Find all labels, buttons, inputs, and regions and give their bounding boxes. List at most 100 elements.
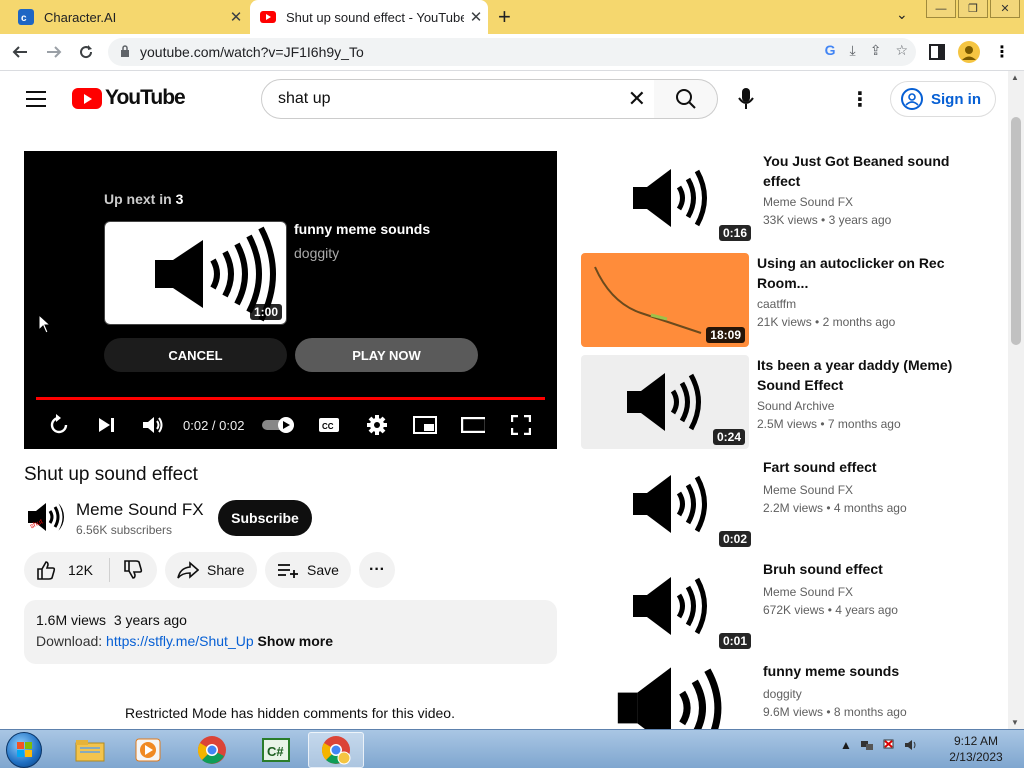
youtube-logo[interactable]: YouTube (72, 86, 186, 110)
settings-menu-icon[interactable]: ⋮ (850, 87, 870, 112)
recommendation-channel[interactable]: caatffm (757, 297, 796, 311)
scroll-up-arrow-icon[interactable]: ▲ (1011, 73, 1019, 82)
media-player-icon[interactable] (120, 732, 176, 768)
recommendation-card[interactable]: 0:02 Fart sound effect Meme Sound FX 2.2M v… (587, 457, 987, 553)
recommendation-channel[interactable]: Meme Sound FX (763, 585, 853, 599)
recommendation-title[interactable]: You Just Got Beaned sound effect (763, 151, 963, 191)
recommendation-title[interactable]: Its been a year daddy (Meme) Sound Effec… (757, 355, 957, 395)
recommendation-channel[interactable]: Sound Archive (757, 399, 834, 413)
close-tab-icon[interactable]: ✕ (464, 8, 488, 26)
recommendation-channel[interactable]: Meme Sound FX (763, 483, 853, 497)
sign-in-button[interactable]: Sign in (890, 81, 996, 117)
chrome-profile-taskbar-icon[interactable] (308, 732, 364, 768)
reload-icon[interactable] (74, 40, 98, 64)
recommendation-card[interactable]: 18:09 Using an autoclicker on Rec Room...… (581, 253, 981, 349)
recommendation-meta: 2.2M views • 4 months ago (763, 501, 907, 515)
description-box[interactable]: 1.6M views 3 years ago Download: https:/… (24, 600, 557, 664)
volume-icon[interactable] (141, 413, 165, 437)
tab-search-chevron-icon[interactable]: ⌄ (896, 6, 908, 23)
new-tab-icon[interactable]: + (498, 4, 511, 30)
restore-icon[interactable]: ❐ (958, 0, 988, 18)
minimize-icon[interactable]: — (926, 0, 956, 18)
show-more-button[interactable]: Show more (258, 633, 333, 649)
tab-character-ai[interactable]: c Character.AI ✕ (0, 0, 248, 34)
lock-icon[interactable] (120, 44, 130, 60)
player-controls: 0:02 / 0:02 CC (24, 409, 557, 441)
chrome-taskbar-icon[interactable] (184, 732, 240, 768)
recommendation-title[interactable]: Fart sound effect (763, 457, 963, 477)
google-lens-icon[interactable]: G (825, 42, 836, 59)
voice-search-mic-icon[interactable] (732, 85, 760, 113)
close-tab-icon[interactable]: ✕ (224, 8, 248, 26)
back-icon[interactable] (8, 40, 32, 64)
recommendation-card[interactable]: 0:16 You Just Got Beaned sound effect Meme… (587, 151, 987, 247)
recommendation-title[interactable]: Bruh sound effect (763, 559, 963, 579)
hamburger-menu-icon[interactable] (26, 91, 46, 112)
cancel-autoplay-button[interactable]: CANCEL (104, 338, 287, 372)
channel-name[interactable]: Meme Sound FX (76, 500, 204, 520)
recommendation-thumbnail[interactable]: 0:02 (587, 457, 755, 551)
csharp-editor-icon[interactable]: C# (248, 732, 304, 768)
file-explorer-icon[interactable] (62, 732, 118, 768)
speaker-volume-icon[interactable] (904, 738, 918, 755)
speaker-avatar-icon: shut (28, 502, 64, 532)
autoplay-toggle-icon[interactable] (262, 413, 296, 437)
search-input[interactable]: shat up ✕ (261, 79, 655, 119)
start-button-windows-icon[interactable] (6, 732, 42, 768)
tab-youtube[interactable]: Shut up sound effect - YouTube ✕ (250, 0, 488, 34)
recommendation-thumbnail[interactable]: 0:01 (587, 559, 755, 653)
share-icon (177, 561, 199, 579)
forward-icon[interactable] (42, 40, 66, 64)
side-panel-icon[interactable] (926, 40, 948, 64)
recommendation-channel[interactable]: Meme Sound FX (763, 195, 853, 209)
play-now-button[interactable]: PLAY NOW (295, 338, 478, 372)
download-link[interactable]: https://stfly.me/Shut_Up (106, 633, 254, 649)
action-center-flag-icon[interactable] (882, 738, 896, 755)
network-icon[interactable] (860, 738, 874, 755)
replay-icon[interactable] (47, 413, 71, 437)
more-actions-icon[interactable]: ··· (359, 552, 395, 588)
chrome-menu-icon[interactable]: ⋮ (992, 40, 1012, 64)
dislike-button[interactable] (110, 560, 156, 580)
profile-avatar-icon[interactable] (958, 40, 980, 64)
save-button[interactable]: Save (265, 552, 351, 588)
recommendation-card[interactable]: 0:24 Its been a year daddy (Meme) Sound E… (581, 355, 981, 451)
bookmark-star-icon[interactable]: ☆ (895, 42, 908, 59)
recommendation-thumbnail[interactable]: 0:16 (587, 151, 755, 245)
share-button[interactable]: Share (165, 552, 257, 588)
clear-search-icon[interactable]: ✕ (628, 86, 646, 112)
recommendation-title[interactable]: Using an autoclicker on Rec Room... (757, 253, 957, 293)
recommendation-thumbnail[interactable]: 18:09 (581, 253, 749, 347)
recommendation-views: 33K views (763, 213, 818, 227)
settings-gear-icon[interactable] (365, 413, 389, 437)
download-label: Download: (36, 633, 103, 649)
meta-separator: • (823, 705, 834, 719)
channel-avatar[interactable]: shut (24, 497, 64, 537)
video-player[interactable]: Up next in 3 1:00 funny meme sounds dogg… (24, 151, 557, 449)
duration-badge: 0:01 (718, 633, 751, 649)
search-button[interactable] (654, 79, 718, 119)
fullscreen-icon[interactable] (509, 413, 533, 437)
progress-bar[interactable] (36, 397, 545, 400)
scroll-down-arrow-icon[interactable]: ▼ (1011, 718, 1019, 727)
like-button[interactable]: 12K (24, 558, 110, 582)
install-icon[interactable]: ⤓ (850, 42, 856, 59)
recommendation-thumbnail[interactable]: 0:24 (581, 355, 749, 449)
subscribe-button[interactable]: Subscribe (218, 500, 312, 536)
captions-icon[interactable]: CC (317, 413, 341, 437)
system-clock[interactable]: 9:12 AM 2/13/2023 (940, 733, 1012, 765)
recommendation-title[interactable]: funny meme sounds (763, 661, 963, 681)
recommendation-channel[interactable]: doggity (763, 687, 802, 701)
address-bar[interactable]: youtube.com/watch?v=JF1I6h9y_To G ⤓ ⇪ ☆ (108, 38, 916, 66)
next-video-icon[interactable] (94, 413, 118, 437)
up-next-title[interactable]: funny meme sounds (294, 221, 430, 237)
theater-mode-icon[interactable] (461, 413, 485, 437)
recommendation-card[interactable]: 0:01 Bruh sound effect Meme Sound FX 672K v… (587, 559, 987, 655)
up-next-thumbnail[interactable]: 1:00 (104, 221, 287, 325)
miniplayer-icon[interactable] (413, 413, 437, 437)
close-window-icon[interactable]: ✕ (990, 0, 1020, 18)
scrollbar-thumb[interactable] (1011, 117, 1021, 345)
share-page-icon[interactable]: ⇪ (870, 42, 882, 59)
page-scrollbar[interactable]: ▲ ▼ (1008, 71, 1024, 729)
show-hidden-icons-icon[interactable]: ▲ (840, 738, 852, 755)
